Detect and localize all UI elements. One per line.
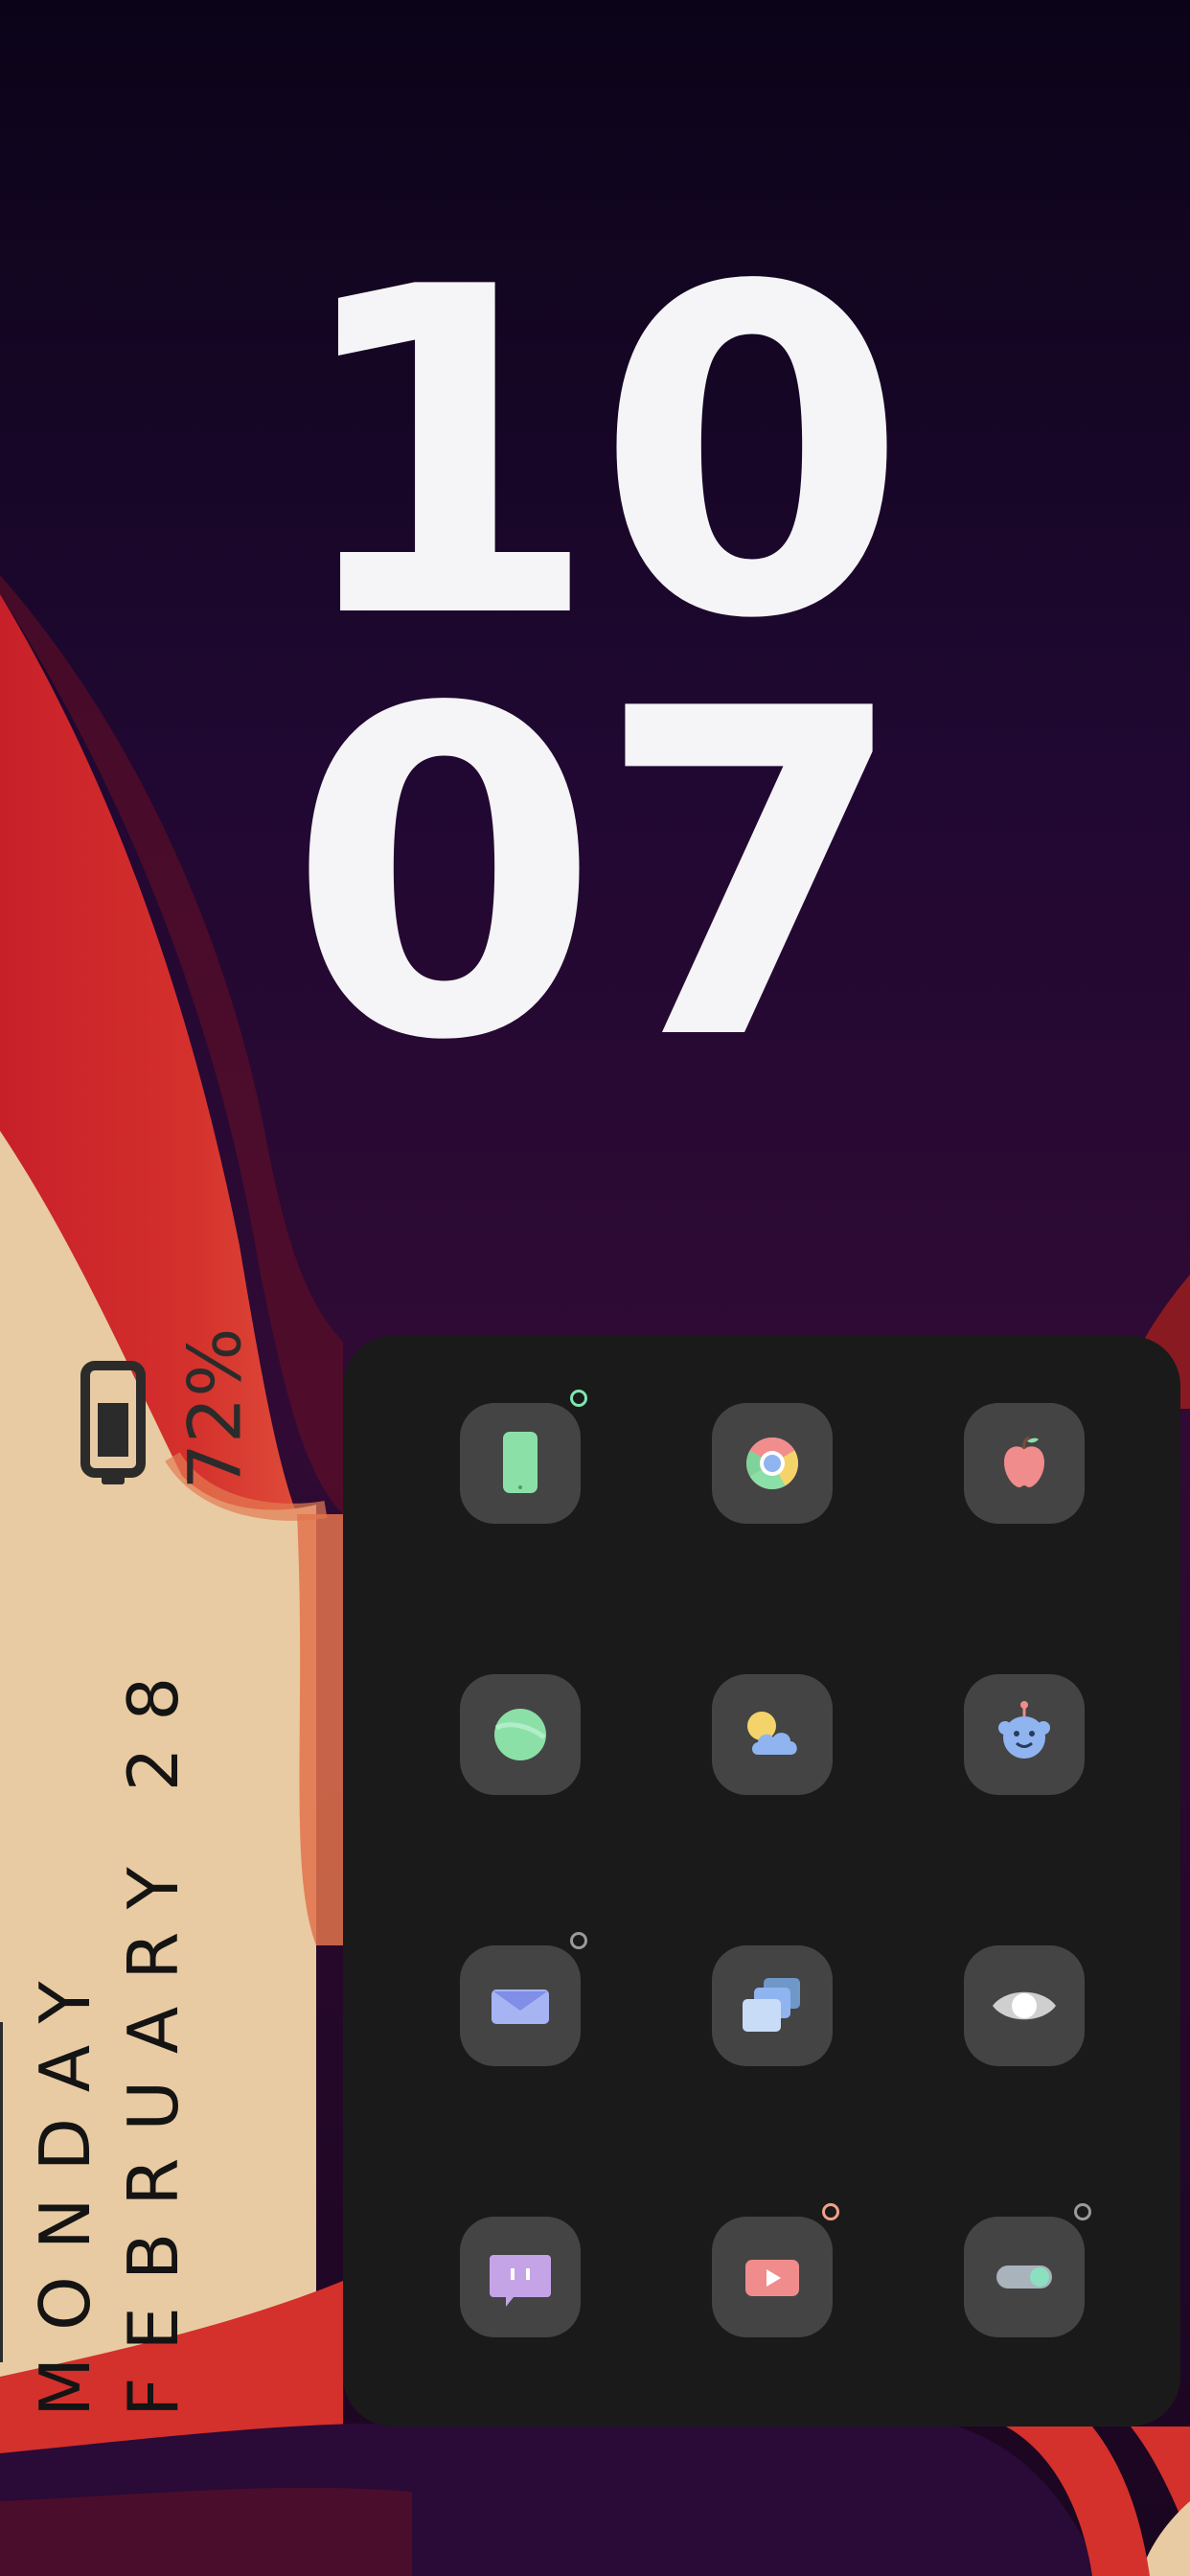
app-phone[interactable]: [460, 1403, 581, 1524]
app-apple[interactable]: [964, 1403, 1085, 1524]
app-green-orb[interactable]: [460, 1674, 581, 1795]
toggle-icon: [996, 2266, 1052, 2288]
notification-dot: [822, 2203, 839, 2220]
battery-percentage: 72%: [172, 1327, 258, 1490]
app-youtube[interactable]: [712, 2217, 833, 2337]
gallery-icon: [743, 1978, 800, 2032]
notification-dot: [1074, 2203, 1091, 2220]
notification-dot: [570, 1932, 587, 1949]
app-gallery[interactable]: [712, 1945, 833, 2066]
phone-icon: [503, 1432, 538, 1493]
app-chrome[interactable]: [712, 1403, 833, 1524]
app-chat[interactable]: [460, 2217, 581, 2337]
eye-icon: [993, 1991, 1056, 2020]
clock-hours: 10: [286, 193, 908, 717]
youtube-icon: [745, 2260, 799, 2296]
app-mail[interactable]: [460, 1945, 581, 2066]
app-eye[interactable]: [964, 1945, 1085, 2066]
chat-icon: [490, 2255, 551, 2307]
date-divider: [0, 2022, 3, 2362]
weather-icon: [747, 1712, 797, 1755]
app-dock: [343, 1336, 1180, 2426]
notification-dot: [570, 1390, 587, 1407]
date-text: FEBRUARY 28: [113, 1649, 194, 2417]
chrome-icon: [745, 1438, 799, 1490]
day-of-week: MONDAY: [25, 1954, 105, 2417]
clock-minutes: 07: [286, 614, 908, 1138]
app-weather[interactable]: [712, 1674, 833, 1795]
app-robot[interactable]: [964, 1674, 1085, 1795]
mail-icon: [492, 1990, 549, 2024]
apple-icon: [1004, 1436, 1044, 1487]
battery-icon: [80, 1361, 146, 1484]
app-toggle[interactable]: [964, 2217, 1085, 2337]
robot-icon: [998, 1701, 1050, 1759]
green-orb-icon: [494, 1709, 546, 1760]
